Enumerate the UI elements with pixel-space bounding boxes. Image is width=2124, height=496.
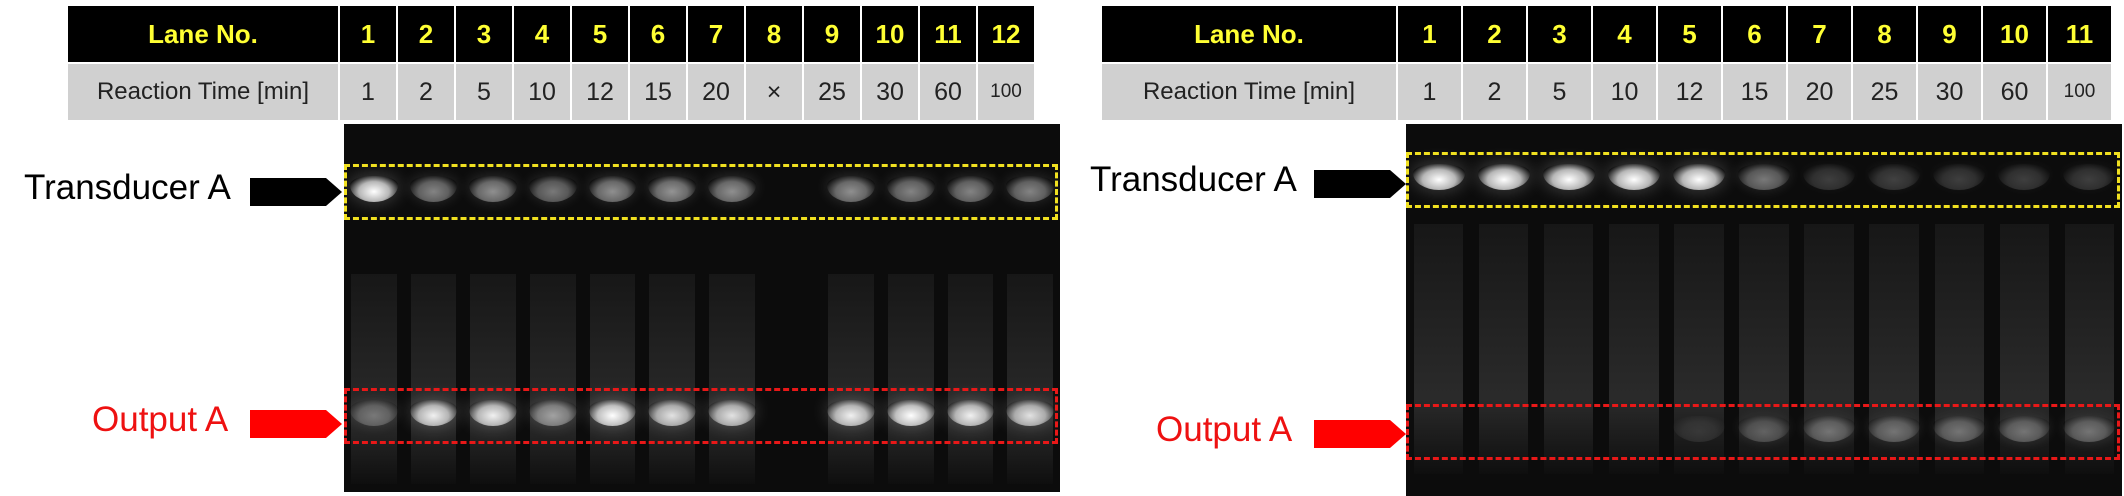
lane-number-cell: 10 xyxy=(862,6,918,62)
reaction-time-cell: 5 xyxy=(1528,64,1591,120)
left-output-label: Output A xyxy=(92,400,229,439)
reaction-time-cell: 30 xyxy=(862,64,918,120)
lane-number-cell: 8 xyxy=(746,6,802,62)
gel-smear xyxy=(1007,274,1053,484)
lane-number-cell: 7 xyxy=(688,6,744,62)
reaction-time-cell: 60 xyxy=(1983,64,2046,120)
reaction-time-row: Reaction Time [min] 1 2 5 10 12 15 20 25 30 60 100 xyxy=(1102,64,2111,120)
lane-number-cell: 9 xyxy=(1918,6,1981,62)
left-output-box xyxy=(344,388,1058,444)
reaction-time-row: Reaction Time [min] 1 2 5 10 12 15 20 × 25 30 60 10… xyxy=(68,64,1034,120)
reaction-time-cell: 10 xyxy=(514,64,570,120)
lane-number-cell: 5 xyxy=(1658,6,1721,62)
reaction-time-cell: 60 xyxy=(920,64,976,120)
reaction-time-cell: 25 xyxy=(804,64,860,120)
lane-number-cell: 6 xyxy=(1723,6,1786,62)
lane-number-cell: 8 xyxy=(1853,6,1916,62)
lane-number-cell: 2 xyxy=(1463,6,1526,62)
reaction-time-cell: 1 xyxy=(340,64,396,120)
gel-smear xyxy=(828,274,874,484)
gel-smear xyxy=(888,274,934,484)
lane-number-header: Lane No. xyxy=(1102,6,1396,62)
right-transducer-label: Transducer A xyxy=(1090,160,1297,199)
reaction-time-header: Reaction Time [min] xyxy=(1102,64,1396,120)
gel-smear xyxy=(947,274,994,484)
left-transducer-label: Transducer A xyxy=(24,168,231,207)
gel-smear xyxy=(410,274,457,484)
reaction-time-cell: 12 xyxy=(572,64,628,120)
reaction-time-cell: 15 xyxy=(1723,64,1786,120)
lane-number-cell: 4 xyxy=(1593,6,1656,62)
right-output-box xyxy=(1406,404,2120,460)
lane-number-header: Lane No. xyxy=(68,6,338,62)
lane-number-cell: 4 xyxy=(514,6,570,62)
lane-number-cell: 11 xyxy=(2048,6,2111,62)
gel-smear xyxy=(649,274,695,484)
lane-number-cell: 9 xyxy=(804,6,860,62)
reaction-time-cell: 20 xyxy=(688,64,744,120)
right-output-arrow-icon xyxy=(1314,420,1406,448)
reaction-time-cell: 2 xyxy=(1463,64,1526,120)
lane-number-cell: 3 xyxy=(1528,6,1591,62)
reaction-time-cell: 15 xyxy=(630,64,686,120)
right-transducer-arrow-icon xyxy=(1314,170,1406,198)
left-transducer-arrow-icon xyxy=(250,178,342,206)
gel-smear xyxy=(589,274,636,484)
lane-number-row: Lane No. 1 2 3 4 5 6 7 8 9 10 11 12 xyxy=(68,6,1034,62)
lane-number-row: Lane No. 1 2 3 4 5 6 7 8 9 10 11 xyxy=(1102,6,2111,62)
reaction-time-cell: 12 xyxy=(1658,64,1721,120)
reaction-time-cell: 25 xyxy=(1853,64,1916,120)
gel-smear xyxy=(709,274,755,484)
lane-number-cell: 6 xyxy=(630,6,686,62)
lane-number-cell: 12 xyxy=(978,6,1034,62)
reaction-time-cell: 20 xyxy=(1788,64,1851,120)
reaction-time-header: Reaction Time [min] xyxy=(68,64,338,120)
reaction-time-cell: 5 xyxy=(456,64,512,120)
gel-smear xyxy=(470,274,516,484)
right-header-table: Lane No. 1 2 3 4 5 6 7 8 9 10 11 Reaction Time [mi… xyxy=(1100,4,2113,122)
reaction-time-cell: 100 xyxy=(2048,64,2111,120)
gel-smear xyxy=(530,274,576,484)
lane-number-cell: 11 xyxy=(920,6,976,62)
lane-number-cell: 10 xyxy=(1983,6,2046,62)
lane-number-cell: 5 xyxy=(572,6,628,62)
reaction-time-cell: 2 xyxy=(398,64,454,120)
lane-number-cell: 1 xyxy=(340,6,396,62)
lane-number-cell: 3 xyxy=(456,6,512,62)
left-output-arrow-icon xyxy=(250,410,342,438)
reaction-time-cell: × xyxy=(746,64,802,120)
gel-smear xyxy=(351,274,397,484)
left-header-table: Lane No. 1 2 3 4 5 6 7 8 9 10 11 12 Reaction Time [… xyxy=(66,4,1036,122)
lane-number-cell: 7 xyxy=(1788,6,1851,62)
lane-number-cell: 2 xyxy=(398,6,454,62)
reaction-time-cell: 100 xyxy=(978,64,1034,120)
reaction-time-cell: 30 xyxy=(1918,64,1981,120)
reaction-time-cell: 1 xyxy=(1398,64,1461,120)
left-transducer-box xyxy=(344,164,1058,220)
right-transducer-box xyxy=(1406,152,2120,208)
reaction-time-cell: 10 xyxy=(1593,64,1656,120)
lane-number-cell: 1 xyxy=(1398,6,1461,62)
right-output-label: Output A xyxy=(1156,410,1293,449)
